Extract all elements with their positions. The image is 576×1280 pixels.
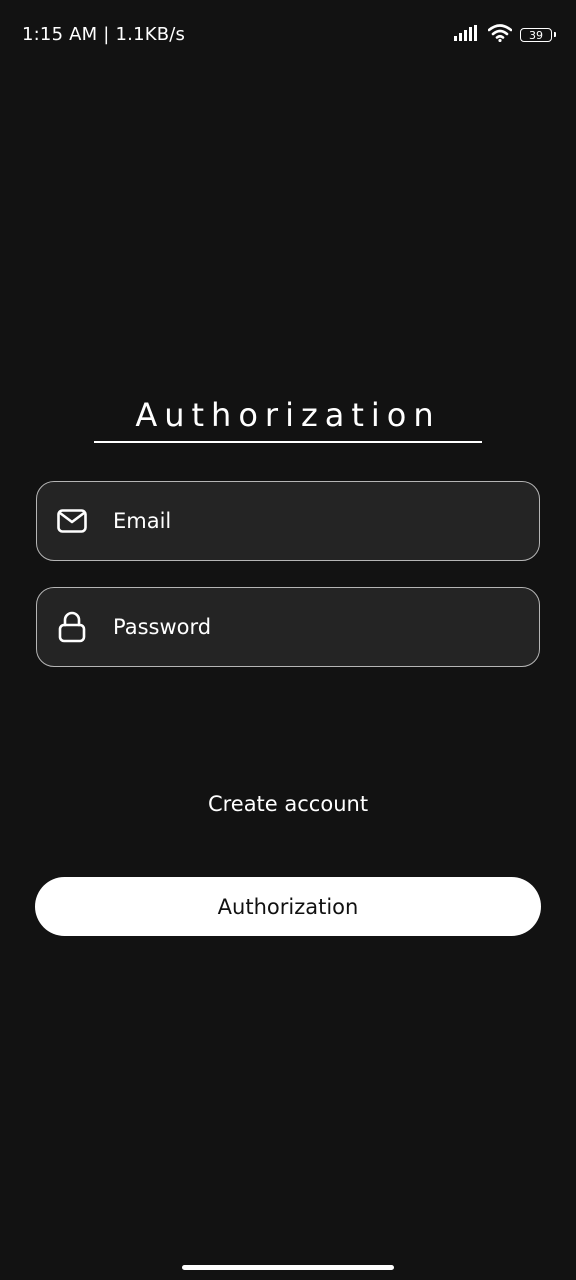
mail-icon <box>57 506 87 536</box>
signal-icon <box>454 25 480 45</box>
password-input[interactable] <box>113 607 539 647</box>
wifi-icon <box>487 24 513 46</box>
authorization-button[interactable]: Authorization <box>35 877 541 936</box>
page-title: Authorization <box>135 396 441 434</box>
create-account-link[interactable]: Create account <box>0 792 576 816</box>
status-icons: 39 <box>454 24 556 46</box>
home-indicator[interactable] <box>182 1265 394 1270</box>
authorization-button-label: Authorization <box>217 894 359 919</box>
status-bar: 1:15 AM | 1.1KB/s 39 <box>0 0 576 70</box>
email-input[interactable] <box>113 501 539 541</box>
email-field[interactable] <box>36 481 540 561</box>
status-time: 1:15 AM | 1.1KB/s <box>22 24 186 45</box>
password-field[interactable] <box>36 587 540 667</box>
battery-level: 39 <box>529 28 543 42</box>
title-underline <box>94 441 482 443</box>
battery-icon: 39 <box>520 28 556 42</box>
lock-icon <box>57 611 87 643</box>
